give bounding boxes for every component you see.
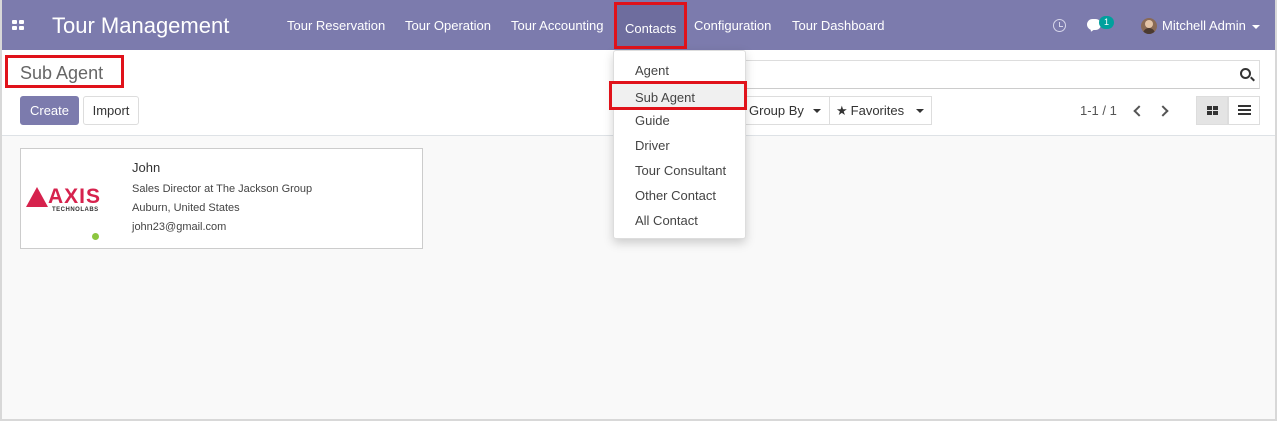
avatar[interactable] xyxy=(1141,18,1157,34)
kanban-view-button[interactable] xyxy=(1196,96,1228,125)
kanban-icon xyxy=(1207,106,1218,115)
app-title: Tour Management xyxy=(52,13,230,38)
page-title: Sub Agent xyxy=(5,55,124,88)
menu-tour-operation[interactable]: Tour Operation xyxy=(405,18,491,33)
contact-card[interactable]: AXIS TECHNOLABS John Sales Director at T… xyxy=(20,148,423,249)
dropdown-item-all-contact[interactable]: All Contact xyxy=(635,213,698,228)
create-button[interactable]: Create xyxy=(20,96,79,125)
chat-badge: 1 xyxy=(1099,16,1114,29)
import-button[interactable]: Import xyxy=(83,96,139,125)
clock-icon[interactable] xyxy=(1053,19,1066,32)
chevron-right-icon[interactable] xyxy=(1157,105,1169,117)
search-input[interactable] xyxy=(742,60,1260,89)
apps-menu-icon[interactable] xyxy=(12,20,24,30)
logo-text: AXIS xyxy=(48,185,102,208)
menu-tour-accounting[interactable]: Tour Accounting xyxy=(511,18,604,33)
menu-configuration[interactable]: Configuration xyxy=(694,18,771,33)
company-logo: AXIS TECHNOLABS xyxy=(26,185,111,215)
logo-triangle-icon xyxy=(26,187,48,207)
list-view-button[interactable] xyxy=(1228,96,1260,125)
dropdown-item-guide[interactable]: Guide xyxy=(635,113,670,128)
chevron-left-icon[interactable] xyxy=(1133,105,1145,117)
caret-down-icon xyxy=(916,109,924,113)
logo-mark-icon xyxy=(92,233,99,240)
favorites-label: Favorites xyxy=(850,103,905,118)
logo-subtext: TECHNOLABS xyxy=(52,207,99,213)
menu-tour-dashboard[interactable]: Tour Dashboard xyxy=(792,18,885,33)
caret-down-icon xyxy=(813,109,821,113)
contacts-dropdown-menu: Agent Sub Agent Guide Driver Tour Consul… xyxy=(609,50,747,239)
dropdown-item-agent[interactable]: Agent xyxy=(635,63,669,78)
pager-value[interactable]: 1-1 / 1 xyxy=(1080,103,1117,118)
user-menu[interactable]: Mitchell Admin xyxy=(1162,18,1246,33)
dropdown-item-other-contact[interactable]: Other Contact xyxy=(635,188,716,203)
star-icon: ★ xyxy=(836,103,848,118)
search-icon[interactable] xyxy=(1240,68,1251,79)
contact-location: Auburn, United States xyxy=(132,202,240,214)
small-company-logo xyxy=(92,232,114,241)
chevron-down-icon[interactable] xyxy=(1252,25,1260,29)
dropdown-item-driver[interactable]: Driver xyxy=(635,138,670,153)
menu-tour-reservation[interactable]: Tour Reservation xyxy=(287,18,385,33)
group-by-label: Group By xyxy=(749,103,804,118)
dropdown-item-tour-consultant[interactable]: Tour Consultant xyxy=(635,163,726,178)
top-navbar: Tour Management Tour Reservation Tour Op… xyxy=(2,0,1275,50)
contact-name: John xyxy=(132,160,161,175)
group-by-button[interactable]: Group By xyxy=(742,96,829,125)
list-icon xyxy=(1238,105,1251,117)
favorites-button[interactable]: ★ Favorites xyxy=(829,96,932,125)
contact-email: john23@gmail.com xyxy=(132,221,227,233)
dropdown-item-sub-agent[interactable]: Sub Agent xyxy=(609,81,747,110)
menu-contacts[interactable]: Contacts xyxy=(614,2,688,49)
contact-job: Sales Director at The Jackson Group xyxy=(132,183,313,195)
